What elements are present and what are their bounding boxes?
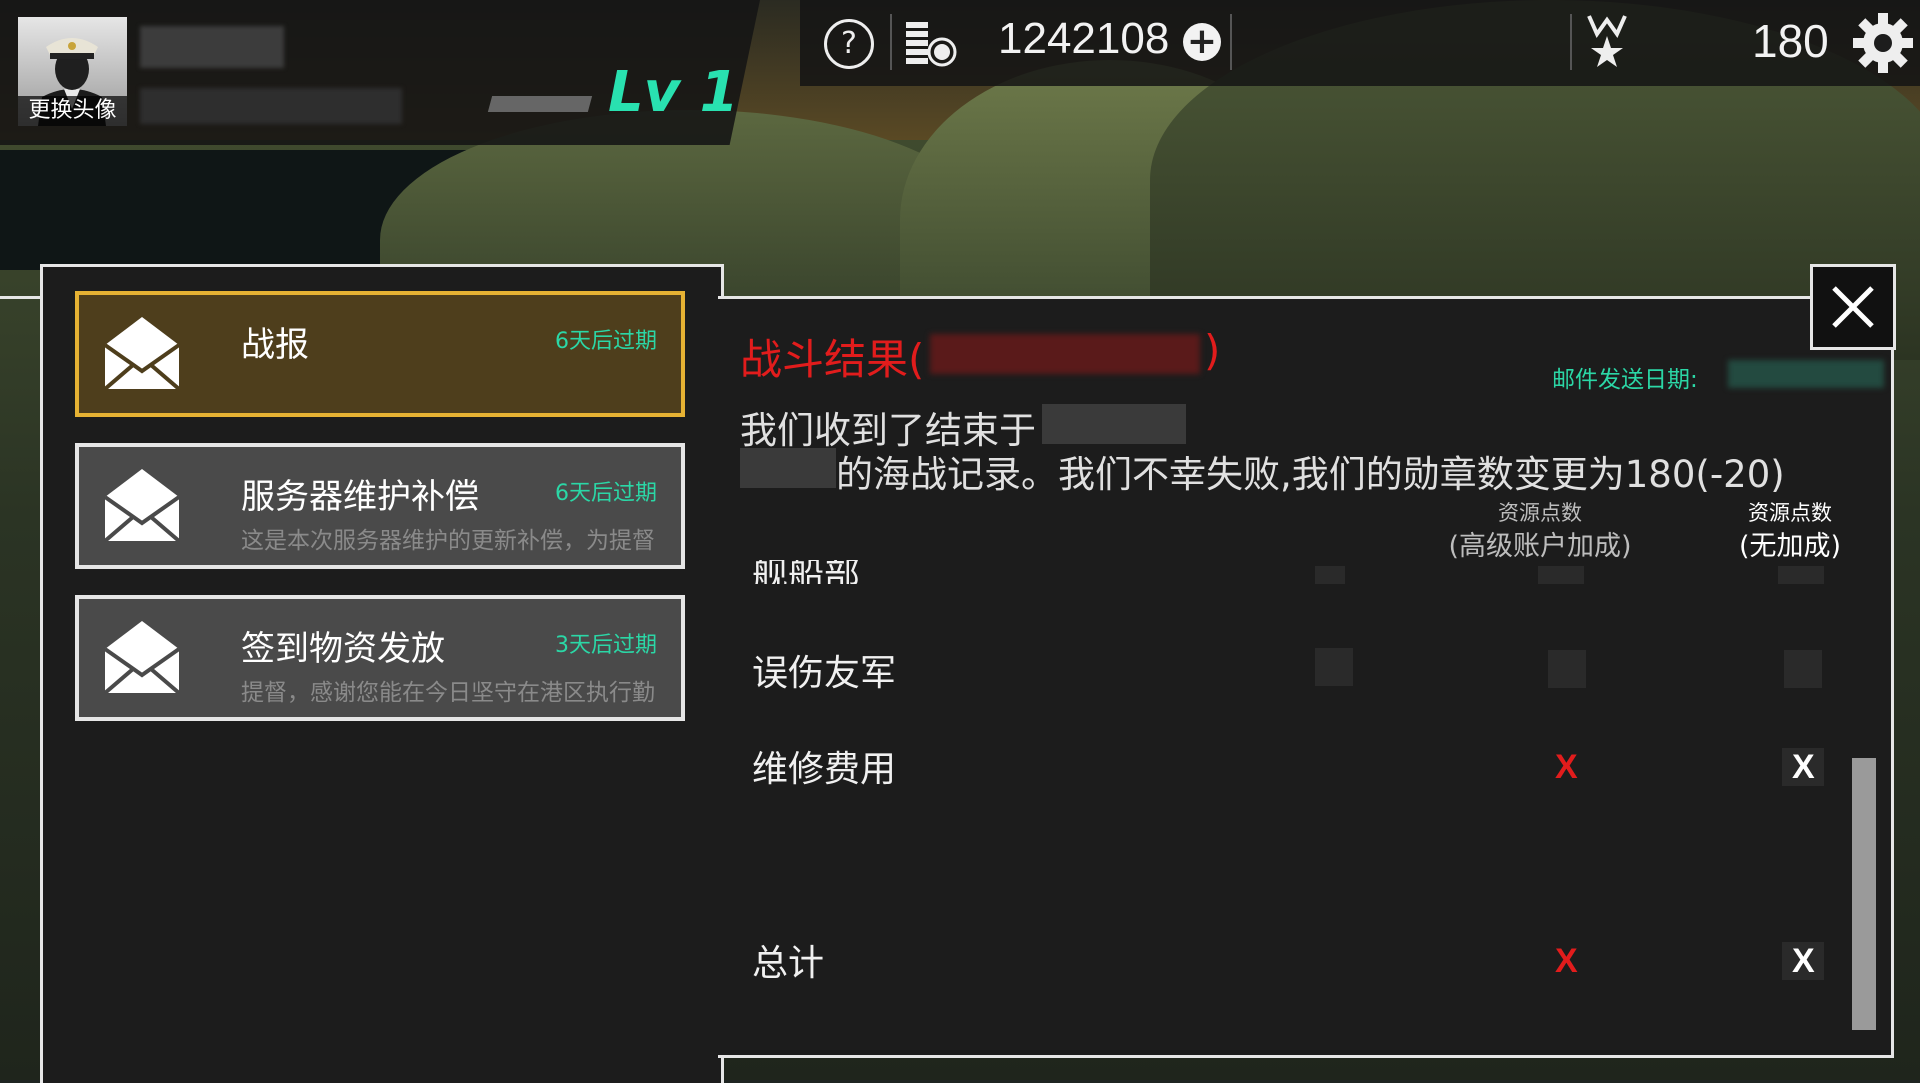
normal-value: X: [1792, 748, 1815, 786]
mail-expiry: 3天后过期: [555, 633, 657, 658]
row-label-total: 总计: [752, 943, 825, 984]
table-cell: [1778, 566, 1824, 584]
column-header-normal: 资源点数 (无加成): [1738, 501, 1842, 562]
scrollbar[interactable]: [1852, 758, 1876, 1030]
send-date-redacted: [1728, 360, 1884, 388]
mail-preview: 提督，感谢您能在今日坚守在港区执行勤: [241, 680, 655, 706]
mail-title: 战报: [241, 325, 309, 365]
player-info-redacted: [140, 88, 402, 124]
message-line-2: 的海战记录。我们不幸失败,我们的勋章数变更为180(-20): [836, 453, 1785, 496]
mail-title: 签到物资发放: [241, 629, 445, 669]
row-partial: 舰船部件: [752, 560, 892, 584]
gear-icon[interactable]: [1852, 12, 1914, 74]
column-header-premium: 资源点数 (高级账户加成): [1448, 501, 1632, 562]
mail-item-maintenance[interactable]: 服务器维护补偿 6天后过期 这是本次服务器维护的更新补偿，为提督: [75, 443, 685, 569]
battle-result-title-end: ): [1204, 326, 1221, 375]
envelope-icon: [103, 621, 181, 695]
help-icon[interactable]: ?: [824, 19, 874, 69]
row-label: 舰船部件: [752, 560, 861, 584]
close-button[interactable]: [1810, 264, 1896, 350]
table-cell: [1538, 566, 1584, 584]
panel-edge: [0, 296, 40, 299]
mail-preview: 这是本次服务器维护的更新补偿，为提督: [241, 528, 655, 554]
mail-item-checkin[interactable]: 签到物资发放 3天后过期 提督，感谢您能在今日坚守在港区执行勤: [75, 595, 685, 721]
divider: [890, 14, 892, 70]
table-cell: [1548, 650, 1586, 688]
table-cell: [1315, 566, 1345, 584]
divider: [1570, 14, 1572, 70]
add-coins-button[interactable]: +: [1183, 23, 1221, 61]
normal-total: X: [1792, 942, 1815, 980]
mail-list: 战报 6天后过期 服务器维护补偿 6天后过期 这是本次服务器维护的更新补偿，为提…: [40, 264, 724, 1083]
close-icon: [1832, 286, 1874, 328]
message-redacted: [740, 448, 836, 488]
mail-expiry: 6天后过期: [555, 329, 657, 354]
envelope-icon: [103, 469, 181, 543]
player-name-redacted: [140, 26, 284, 68]
table-cell: [1784, 650, 1822, 688]
change-avatar-label[interactable]: 更换头像: [18, 96, 127, 126]
mail-item-battle-report[interactable]: 战报 6天后过期: [75, 291, 685, 417]
premium-value: X: [1555, 748, 1578, 786]
mail-expiry: 6天后过期: [555, 481, 657, 506]
premium-total: X: [1555, 942, 1578, 980]
divider: [1230, 14, 1232, 70]
avatar[interactable]: 更换头像: [18, 17, 127, 126]
send-date-label: 邮件发送日期:: [1552, 367, 1698, 393]
coin-count: 1242108: [998, 14, 1170, 63]
envelope-icon: [103, 317, 181, 391]
message-redacted: [1042, 404, 1186, 444]
top-bar: 更换头像 Lv 1 ? 1242108 + 180: [0, 0, 1920, 145]
table-cell: [1315, 648, 1353, 686]
medal-count: 180: [1752, 15, 1829, 67]
medal-icon: [1587, 15, 1627, 67]
row-label-friendly-fire: 误伤友军: [752, 653, 897, 694]
exp-bar: [487, 96, 593, 112]
coin-icon: [906, 22, 957, 67]
battle-result-redacted: [930, 334, 1200, 374]
mail-title: 服务器维护补偿: [241, 477, 479, 517]
battle-result-title: 战斗结果(: [740, 335, 925, 384]
row-label-repair-cost: 维修费用: [752, 749, 897, 790]
level-label: Lv 1: [608, 60, 739, 125]
